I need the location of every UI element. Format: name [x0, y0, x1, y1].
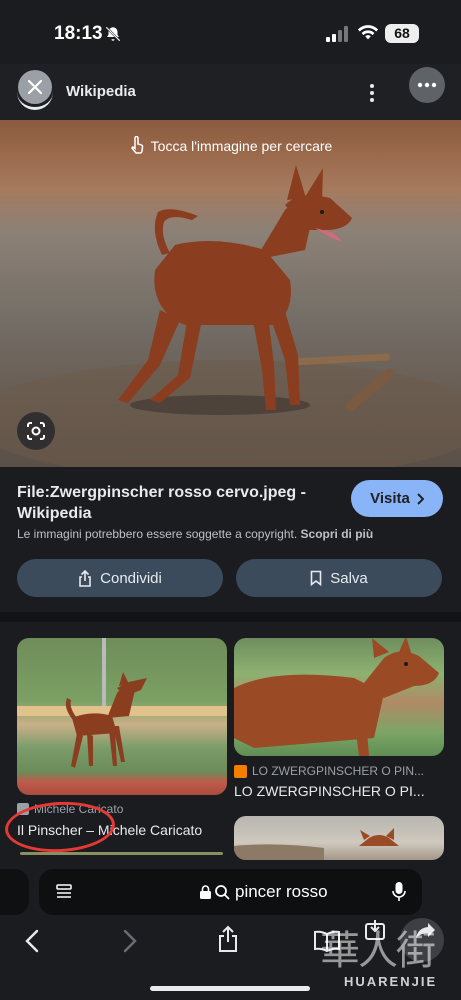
share-label: Condividi	[100, 569, 162, 587]
image-source-title[interactable]: File:Zwergpinscher rosso cervo.jpeg - Wi…	[17, 482, 337, 524]
tap-to-search-text: Tocca l'immagine per cercare	[150, 138, 333, 154]
share-button[interactable]: Condividi	[17, 559, 223, 597]
watermark-cjk: 華人街	[320, 928, 436, 974]
viewer-header: Wikipedia	[0, 64, 461, 120]
visit-button[interactable]: Visita	[351, 480, 443, 517]
related-source-label: LO ZWERGPINSCHER O PIN...	[252, 764, 425, 778]
chevron-right-icon	[417, 492, 424, 505]
share-icon	[79, 569, 91, 587]
bookmark-icon	[310, 570, 322, 586]
save-button[interactable]: Salva	[236, 559, 442, 597]
learn-more-link[interactable]: Scopri di più	[301, 527, 374, 541]
more-horizontal-icon	[417, 82, 437, 88]
dog-photo	[0, 165, 461, 467]
more-vertical-icon[interactable]	[362, 82, 382, 104]
lens-search-button[interactable]	[17, 412, 55, 450]
status-bar: 18:13 68	[0, 0, 461, 64]
next-result-edge	[20, 852, 223, 855]
battery-icon: 68	[385, 24, 419, 43]
tabs-menu-icon[interactable]	[55, 883, 73, 901]
close-button[interactable]	[18, 70, 52, 104]
cellular-signal-icon	[326, 26, 348, 42]
battery-level: 68	[394, 25, 410, 41]
dog-thumbnail	[234, 828, 399, 860]
previous-tab-stub[interactable]	[0, 869, 29, 915]
more-options-button[interactable]	[409, 67, 445, 103]
back-icon[interactable]	[24, 928, 40, 954]
bell-slash-icon	[105, 26, 121, 42]
watermark-latin: HUARENJIE	[344, 974, 438, 989]
section-divider	[0, 612, 461, 622]
related-image-3[interactable]	[234, 816, 444, 860]
lens-search-icon	[27, 422, 45, 440]
close-icon	[27, 79, 43, 95]
blogger-favicon-icon	[234, 764, 247, 778]
related-source-2: LO ZWERGPINSCHER O PIN...	[234, 764, 424, 778]
tap-to-search-hint: Tocca l'immagine per cercare	[0, 135, 461, 154]
search-query[interactable]: pincer rosso	[235, 882, 328, 902]
wifi-icon	[357, 25, 379, 40]
related-image-2[interactable]	[234, 638, 444, 756]
lock-icon	[200, 885, 230, 900]
related-title-2[interactable]: LO ZWERGPINSCHER O PI...	[234, 783, 425, 799]
copyright-text: Le immagini potrebbero essere soggette a…	[17, 527, 298, 541]
related-image-1[interactable]	[17, 638, 227, 795]
site-name[interactable]: Wikipedia	[66, 83, 136, 100]
dog-thumbnail	[17, 638, 227, 768]
address-bar[interactable]: pincer rosso	[39, 869, 422, 915]
home-indicator[interactable]	[150, 986, 310, 991]
forward-icon[interactable]	[122, 928, 138, 954]
share-icon[interactable]	[217, 925, 239, 953]
visit-label: Visita	[370, 490, 410, 507]
dog-thumbnail	[234, 638, 439, 756]
status-time: 18:13	[54, 23, 103, 44]
copyright-notice: Le immagini potrebbero essere soggette a…	[17, 527, 373, 541]
save-label: Salva	[330, 569, 368, 587]
tap-hand-icon	[130, 135, 143, 154]
watermark: 華人街 HUARENJIE	[316, 918, 456, 998]
main-image[interactable]: Tocca l'immagine per cercare	[0, 120, 461, 467]
microphone-icon[interactable]	[392, 881, 406, 903]
